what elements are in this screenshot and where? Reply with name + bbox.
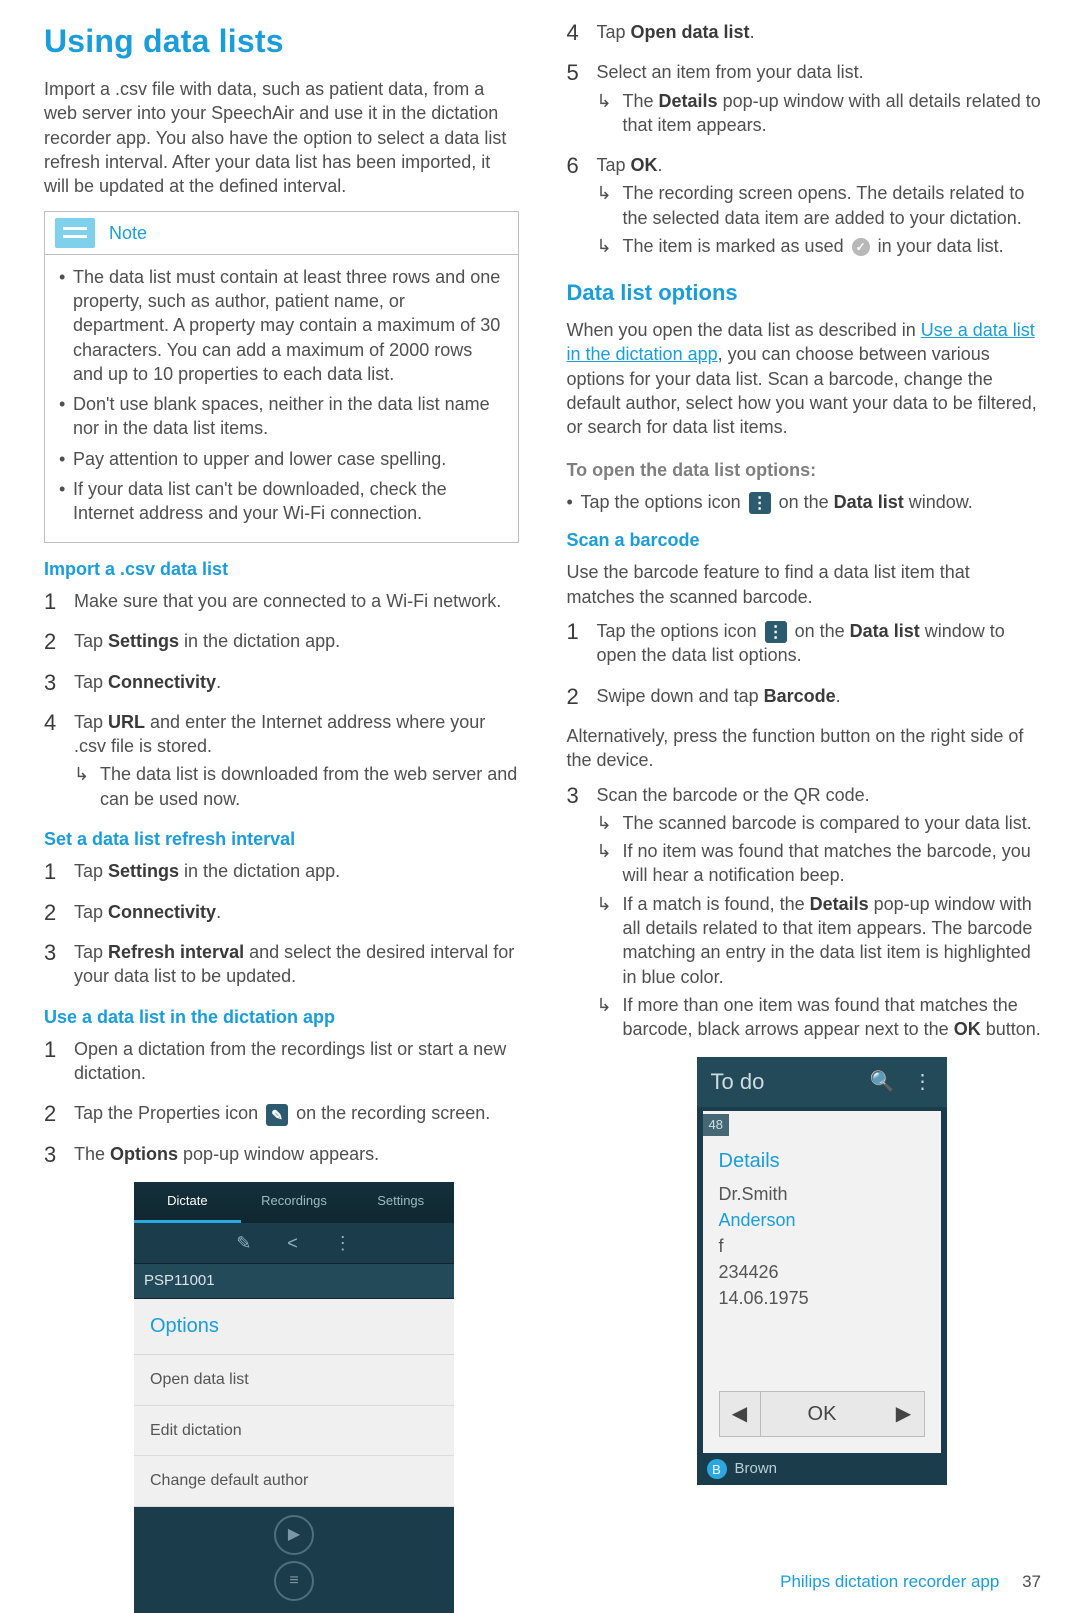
- step: Make sure that you are connected to a Wi…: [44, 589, 519, 613]
- section-heading: Scan a barcode: [567, 528, 1042, 552]
- footer-name: Brown: [735, 1459, 778, 1479]
- step: Tap Connectivity.: [44, 900, 519, 924]
- tag-label: 48: [703, 1114, 729, 1136]
- tab-settings[interactable]: Settings: [347, 1182, 454, 1223]
- used-check-icon: [852, 238, 870, 256]
- step-result: The recording screen opens. The details …: [597, 181, 1042, 230]
- note-icon: [55, 218, 95, 248]
- options-dots-icon: [765, 621, 787, 643]
- search-icon[interactable]: 🔍: [870, 1069, 895, 1096]
- step: Tap Settings in the dictation app.: [44, 629, 519, 653]
- step: Tap the Properties icon ✎ on the recordi…: [44, 1101, 519, 1125]
- detail-row: 234426: [703, 1259, 941, 1285]
- step-result: The Details pop-up window with all detai…: [597, 89, 1042, 138]
- tab-dictate[interactable]: Dictate: [134, 1182, 241, 1223]
- edit-icon[interactable]: ✎: [236, 1231, 251, 1255]
- list-button[interactable]: ≡: [274, 1561, 314, 1601]
- step: Swipe down and tap Barcode.: [567, 684, 1042, 708]
- screen-title: To do: [711, 1067, 852, 1097]
- step-result: If no item was found that matches the ba…: [597, 839, 1042, 888]
- page-footer: Philips dictation recorder app 37: [780, 1571, 1041, 1594]
- note-label: Note: [109, 221, 147, 245]
- share-icon[interactable]: <: [287, 1231, 298, 1255]
- modal-title: Options: [134, 1299, 454, 1355]
- options-dots-icon: [749, 492, 771, 514]
- step: Tap the options icon on the Data list wi…: [567, 619, 1042, 668]
- play-button[interactable]: ▶: [274, 1515, 314, 1555]
- sub-heading: To open the data list options:: [567, 458, 1042, 482]
- tab-recordings[interactable]: Recordings: [241, 1182, 348, 1223]
- body-text: When you open the data list as described…: [567, 318, 1042, 439]
- option-change-author[interactable]: Change default author: [134, 1456, 454, 1507]
- more-icon[interactable]: ⋮: [913, 1069, 933, 1096]
- step: Tap Refresh interval and select the desi…: [44, 940, 519, 989]
- body-text: Use the barcode feature to find a data l…: [567, 560, 1042, 609]
- avatar-icon: B: [707, 1459, 727, 1479]
- footer-title: Philips dictation recorder app: [780, 1572, 999, 1591]
- step-result: The scanned barcode is compared to your …: [597, 811, 1042, 835]
- note-item: If your data list can't be downloaded, c…: [59, 477, 504, 526]
- section-heading: Import a .csv data list: [44, 557, 519, 581]
- more-icon[interactable]: ⋮: [334, 1231, 352, 1255]
- detail-row: f: [703, 1233, 941, 1259]
- page-heading: Using data lists: [44, 20, 519, 63]
- step: Select an item from your data list. The …: [567, 60, 1042, 137]
- bullet: Tap the options icon on the Data list wi…: [567, 490, 1042, 514]
- section-heading: Data list options: [567, 278, 1042, 308]
- intro-text: Import a .csv file with data, such as pa…: [44, 77, 519, 198]
- next-arrow-button[interactable]: ▶: [884, 1391, 925, 1437]
- file-name: PSP11001: [134, 1263, 454, 1298]
- note-item: Don't use blank spaces, neither in the d…: [59, 392, 504, 441]
- step: Scan the barcode or the QR code. The sca…: [567, 783, 1042, 1042]
- prev-arrow-button[interactable]: ◀: [719, 1391, 761, 1437]
- step: Tap Settings in the dictation app.: [44, 859, 519, 883]
- section-heading: Use a data list in the dictation app: [44, 1005, 519, 1029]
- step: Tap OK. The recording screen opens. The …: [567, 153, 1042, 258]
- detail-row-highlighted: Anderson: [703, 1207, 941, 1233]
- step-result: The data list is downloaded from the web…: [74, 762, 519, 811]
- details-screenshot: To do 🔍 ⋮ 48 Details Dr.Smith Anderson f…: [697, 1057, 947, 1485]
- step-result: The item is marked as used in your data …: [597, 234, 1042, 258]
- section-heading: Set a data list refresh interval: [44, 827, 519, 851]
- page-number: 37: [1022, 1572, 1041, 1591]
- step: Open a dictation from the recordings lis…: [44, 1037, 519, 1086]
- body-text: Alternatively, press the function button…: [567, 724, 1042, 773]
- options-screenshot: Dictate Recordings Settings ✎ < ⋮ PSP110…: [134, 1182, 454, 1613]
- details-title: Details: [703, 1138, 941, 1181]
- option-open-data-list[interactable]: Open data list: [134, 1355, 454, 1406]
- step: The Options pop-up window appears.: [44, 1142, 519, 1166]
- step: Tap URL and enter the Internet address w…: [44, 710, 519, 811]
- step-result: If more than one item was found that mat…: [597, 993, 1042, 1042]
- note-item: The data list must contain at least thre…: [59, 265, 504, 386]
- ok-button[interactable]: OK: [761, 1391, 884, 1437]
- option-edit-dictation[interactable]: Edit dictation: [134, 1406, 454, 1457]
- note-item: Pay attention to upper and lower case sp…: [59, 447, 504, 471]
- step-result: If a match is found, the Details pop-up …: [597, 892, 1042, 989]
- note-box: Note The data list must contain at least…: [44, 211, 519, 543]
- detail-row: 14.06.1975: [703, 1285, 941, 1311]
- step: Tap Connectivity.: [44, 670, 519, 694]
- detail-row: Dr.Smith: [703, 1181, 941, 1207]
- properties-icon: ✎: [266, 1104, 288, 1126]
- step: Tap Open data list.: [567, 20, 1042, 44]
